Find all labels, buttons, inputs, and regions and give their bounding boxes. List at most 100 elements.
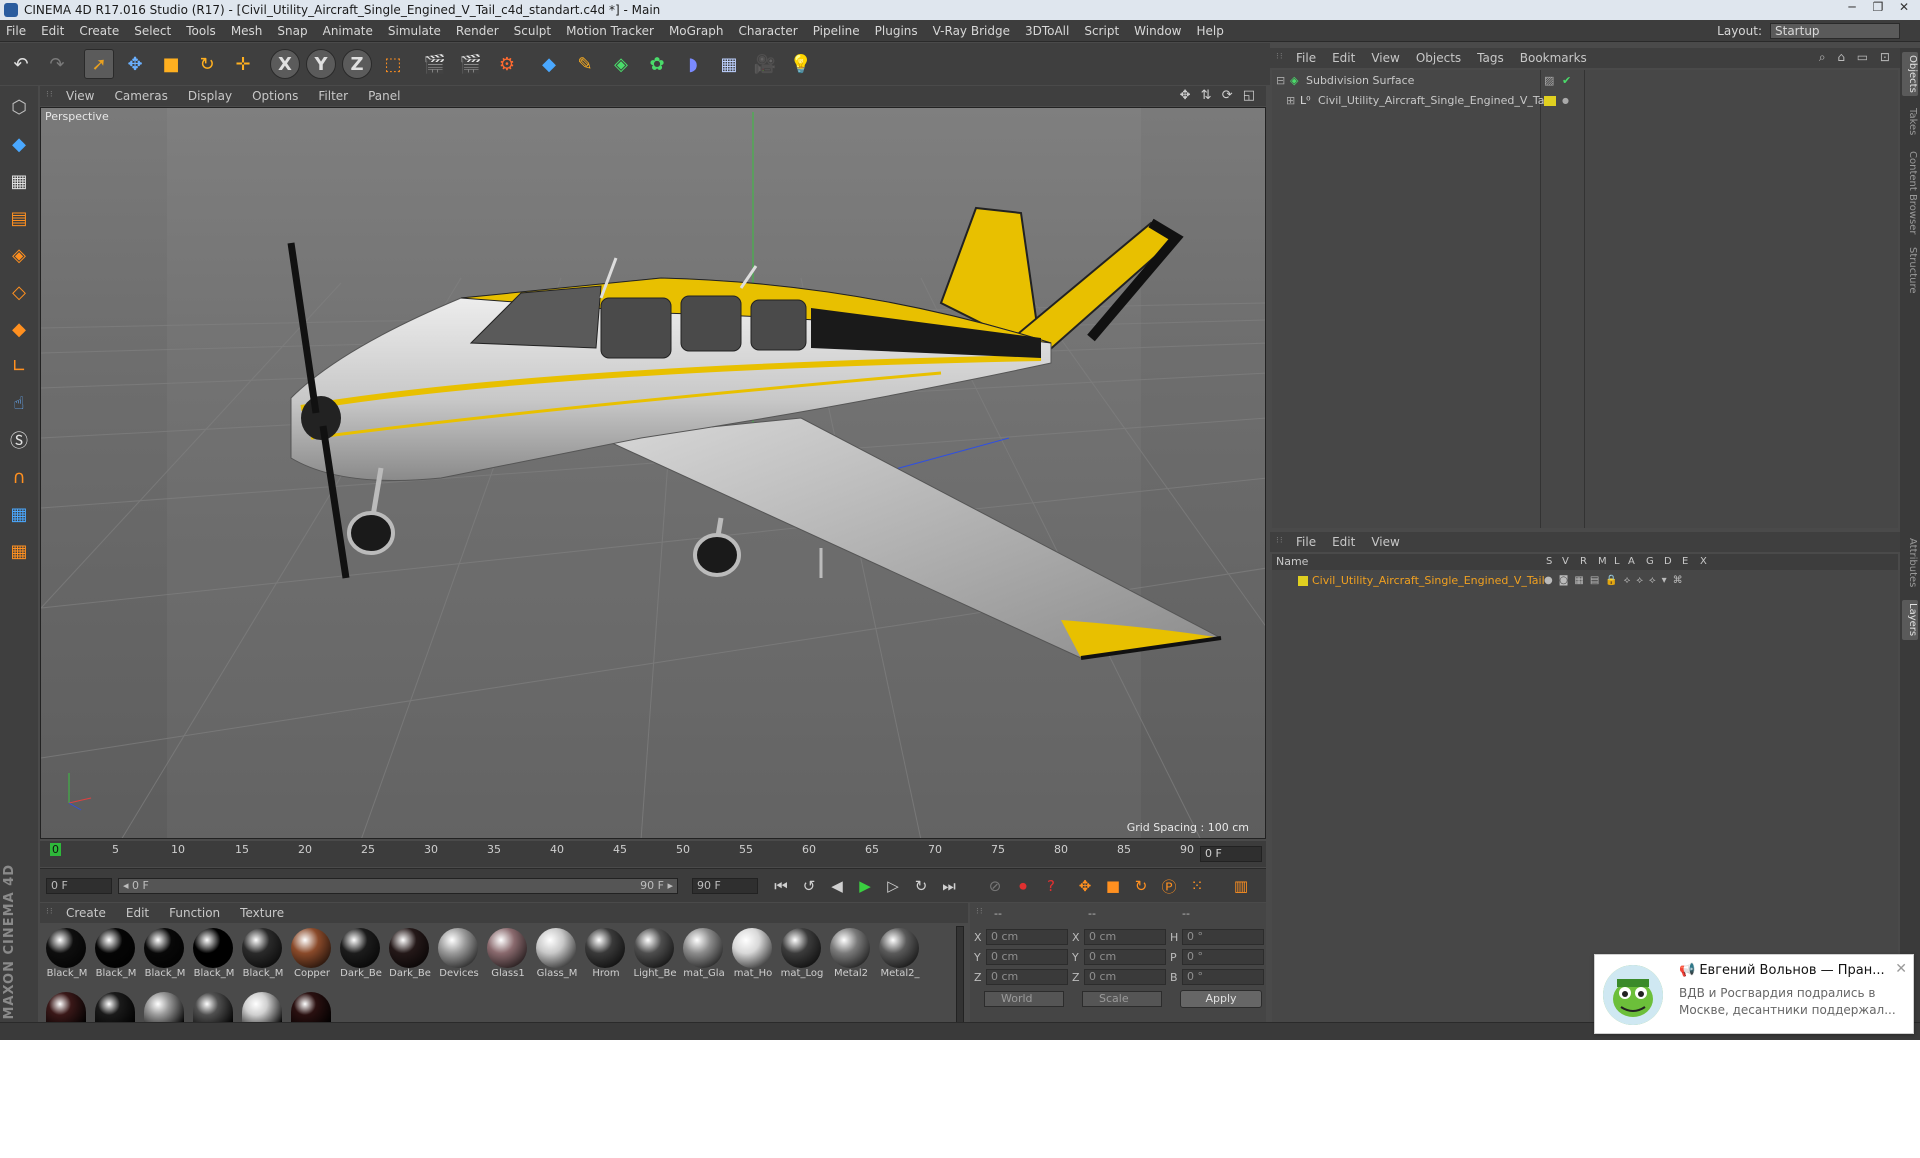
frame-range-slider[interactable]: ◂ 0 F 90 F ▸ — [118, 878, 678, 894]
menu-mesh[interactable]: Mesh — [231, 24, 263, 38]
size-x-field[interactable]: 0 cm — [1084, 929, 1166, 945]
object-row-aircraft[interactable]: ⊞ L⁰ Civil_Utility_Aircraft_Single_Engin… — [1272, 92, 1898, 110]
material-swatch[interactable] — [93, 992, 137, 1022]
layer-col-expressions[interactable]: E — [1682, 554, 1688, 570]
light-icon[interactable]: 💡 — [786, 49, 816, 79]
size-z-field[interactable]: 0 cm — [1084, 969, 1166, 985]
select-icon[interactable]: ➚ — [84, 49, 114, 79]
om-toolbar-icons[interactable]: ⌕ ⌂ ▭ ⊡ — [1819, 50, 1894, 65]
render-view-icon[interactable]: 🎬 — [420, 49, 450, 79]
menu-3dtoall[interactable]: 3DToAll — [1025, 24, 1069, 38]
menu-mograph[interactable]: MoGraph — [669, 24, 724, 38]
menu-animate[interactable]: Animate — [323, 24, 373, 38]
undo-icon[interactable]: ↶ — [6, 49, 36, 79]
texture-mode-icon[interactable]: ▦ — [4, 166, 34, 196]
material-swatch[interactable]: Black_M — [93, 928, 137, 979]
next-key-icon[interactable]: ↻ — [910, 875, 932, 897]
snap-icon[interactable]: Ⓢ — [4, 425, 34, 455]
subdivision-icon[interactable]: ◈ — [606, 49, 636, 79]
material-swatch[interactable]: Hrom — [583, 928, 627, 979]
y-axis-icon[interactable]: Y — [306, 49, 336, 79]
position-x-field[interactable]: 0 cm — [986, 929, 1068, 945]
layer-row[interactable]: Civil_Utility_Aircraft_Single_Engined_V_… — [1272, 572, 1898, 590]
redo-icon[interactable]: ↷ — [42, 49, 72, 79]
scale-icon[interactable]: ■ — [156, 49, 186, 79]
maximize-button[interactable]: ❐ — [1866, 0, 1890, 16]
make-editable-icon[interactable]: ⬡ — [4, 92, 34, 122]
position-y-field[interactable]: 0 cm — [986, 949, 1068, 965]
material-swatch[interactable]: Dark_Be — [338, 928, 382, 979]
polygons-mode-icon[interactable]: ◆ — [4, 314, 34, 344]
material-swatch[interactable]: mat_Gla — [681, 928, 725, 979]
tab-attributes[interactable]: Attributes — [1902, 532, 1918, 594]
size-y-field[interactable]: 0 cm — [1084, 949, 1166, 965]
menu-edit[interactable]: Edit — [41, 24, 64, 38]
layout-dropdown[interactable]: Startup — [1770, 23, 1900, 39]
menu-sculpt[interactable]: Sculpt — [514, 24, 551, 38]
material-swatch[interactable]: Glass_M — [534, 928, 578, 979]
om-menu-file[interactable]: File — [1296, 51, 1316, 65]
render-settings-icon[interactable]: ⚙ — [492, 49, 522, 79]
rotation-h-field[interactable]: 0 ° — [1182, 929, 1264, 945]
viewport-nav-icons[interactable]: ✥ ⇅ ⟳ ◱ — [1180, 88, 1258, 103]
magnet-icon[interactable]: ∩ — [4, 462, 34, 492]
collapse-icon[interactable]: ⊟ — [1276, 72, 1285, 90]
end-frame-field[interactable]: 90 F — [692, 878, 758, 894]
om-menu-edit[interactable]: Edit — [1332, 51, 1355, 65]
layer-col-xref[interactable]: X — [1700, 554, 1707, 570]
points-mode-icon[interactable]: ◈ — [4, 240, 34, 270]
layer-toggle-icons[interactable]: ●◙▦▤🔒⟡⟡⟡▾⌘ — [1544, 572, 1689, 590]
current-frame-field[interactable]: 0 F — [1200, 846, 1262, 862]
close-button[interactable]: ✕ — [1892, 0, 1916, 16]
om-menu-bookmarks[interactable]: Bookmarks — [1520, 51, 1587, 65]
material-scrollbar[interactable] — [956, 926, 964, 1026]
key-pla-icon[interactable]: ⁙ — [1186, 875, 1208, 897]
panel-grip[interactable]: ⁝⁝ — [976, 907, 984, 917]
perspective-viewport[interactable]: Perspective Grid Spacing : 100 cm — [40, 107, 1266, 839]
record-keys-icon[interactable]: ⊘ — [984, 875, 1006, 897]
render-picture-viewer-icon[interactable]: 🎬 — [456, 49, 486, 79]
layer-col-view[interactable]: V — [1562, 554, 1569, 570]
pen-icon[interactable]: ✎ — [570, 49, 600, 79]
menu-render[interactable]: Render — [456, 24, 499, 38]
material-swatch[interactable]: Black_M — [44, 928, 88, 979]
viewport-menu-options[interactable]: Options — [252, 89, 298, 103]
menu-window[interactable]: Window — [1134, 24, 1181, 38]
om-menu-objects[interactable]: Objects — [1416, 51, 1461, 65]
lm-menu-view[interactable]: View — [1371, 535, 1399, 549]
layer-col-solo[interactable]: S — [1546, 554, 1552, 570]
lock-workplane-icon[interactable]: ▦ — [4, 499, 34, 529]
layer-col-generators[interactable]: G — [1646, 554, 1654, 570]
deformer-icon[interactable]: ◗ — [678, 49, 708, 79]
material-swatch[interactable] — [289, 992, 333, 1022]
prev-key-icon[interactable]: ↺ — [798, 875, 820, 897]
tab-objects[interactable]: Objects — [1902, 52, 1918, 96]
x-axis-icon[interactable]: X — [270, 49, 300, 79]
material-menu-create[interactable]: Create — [66, 906, 106, 920]
material-swatch[interactable]: Black_M — [142, 928, 186, 979]
material-swatch[interactable]: Glass1 — [485, 928, 529, 979]
axis-mode-icon[interactable]: ∟ — [4, 351, 34, 381]
material-swatch[interactable]: Light_Be — [632, 928, 676, 979]
play-icon[interactable]: ▶ — [854, 875, 876, 897]
goto-end-icon[interactable]: ⏭ — [938, 875, 960, 897]
goto-start-icon[interactable]: ⏮ — [770, 875, 792, 897]
menu-snap[interactable]: Snap — [277, 24, 307, 38]
material-swatch[interactable] — [191, 992, 235, 1022]
floor-icon[interactable]: ▦ — [714, 49, 744, 79]
material-swatch[interactable]: mat_Log — [779, 928, 823, 979]
prev-frame-icon[interactable]: ◀ — [826, 875, 848, 897]
menu-tools[interactable]: Tools — [186, 24, 216, 38]
notification-close-icon[interactable]: ✕ — [1895, 961, 1907, 977]
z-axis-icon[interactable]: Z — [342, 49, 372, 79]
layer-color-swatch[interactable] — [1298, 576, 1308, 586]
menu-help[interactable]: Help — [1196, 24, 1223, 38]
layer-tag-icon[interactable] — [1544, 96, 1556, 106]
tweak-mode-icon[interactable]: ☝ — [4, 388, 34, 418]
next-frame-icon[interactable]: ▷ — [882, 875, 904, 897]
lm-menu-file[interactable]: File — [1296, 535, 1316, 549]
editor-visibility-icon[interactable]: ▨ — [1544, 72, 1554, 90]
layer-col-animation[interactable]: A — [1628, 554, 1635, 570]
timeline-ruler[interactable]: 0 5 10 15 20 25 30 35 40 45 50 55 60 65 … — [40, 841, 1266, 867]
panel-grip[interactable]: ⁝⁝ — [46, 907, 54, 917]
